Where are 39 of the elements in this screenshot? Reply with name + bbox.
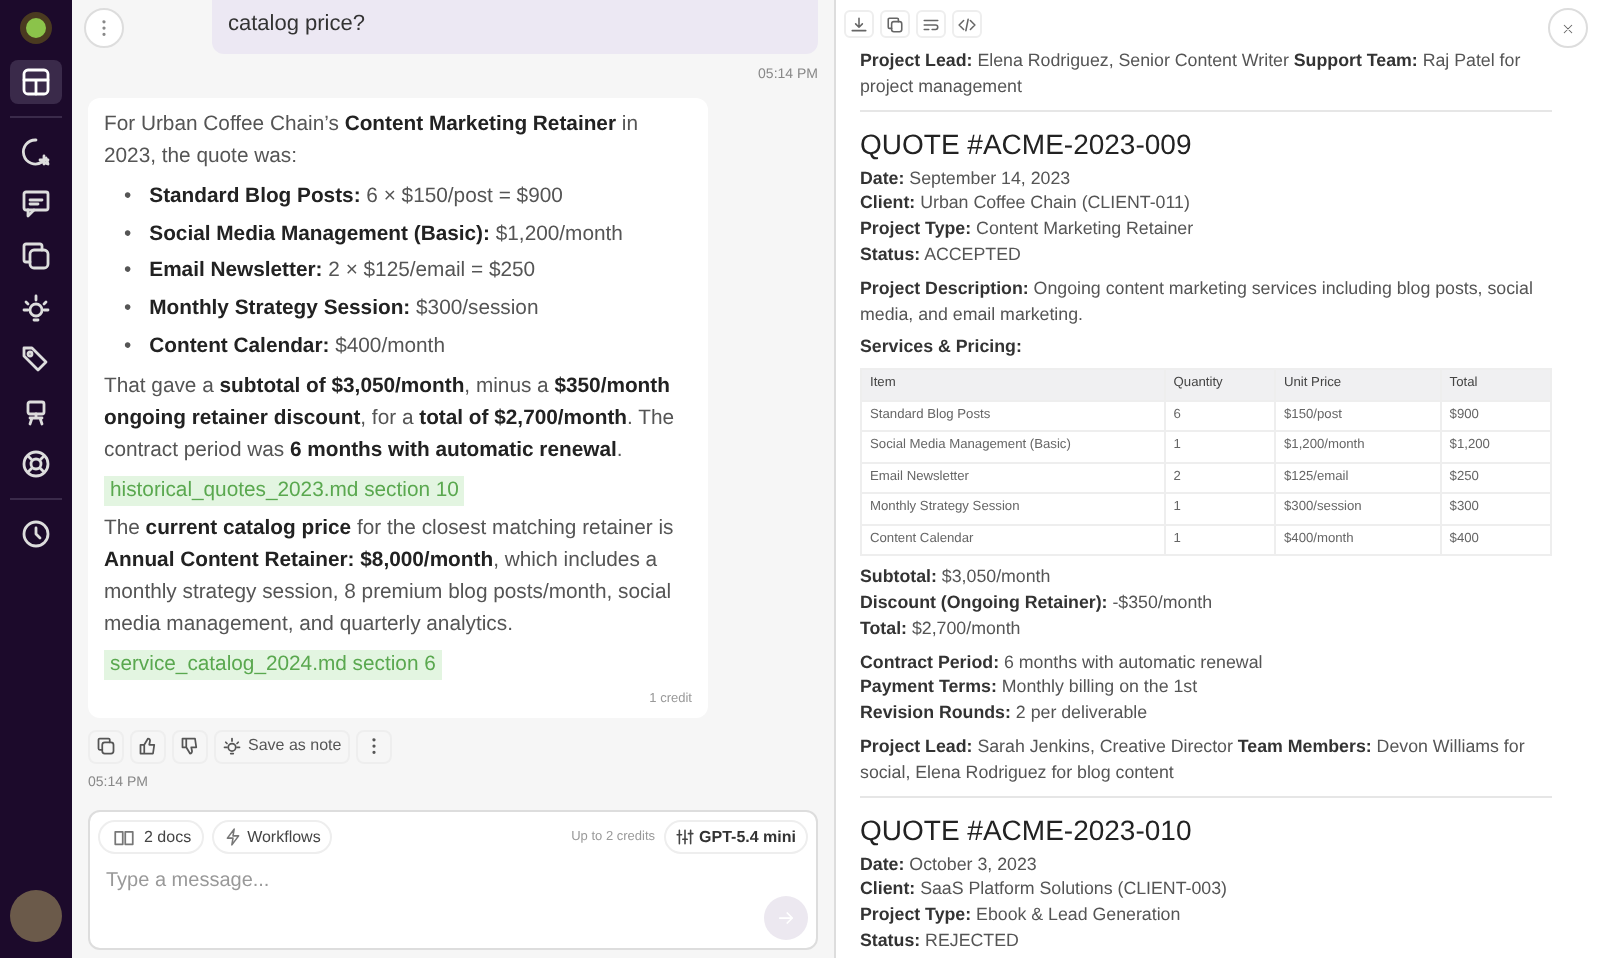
workflows-chip[interactable]: Workflows: [211, 820, 333, 855]
save-note-button[interactable]: Save as note: [214, 729, 350, 764]
list-item: Standard Blog Posts: 6 × $150/post = $900: [149, 184, 563, 212]
document-paragraph: Services & Pricing:: [860, 334, 1024, 361]
field-line: Status: ACCEPTED: [860, 241, 1023, 268]
bullet: •: [124, 258, 132, 287]
bullet: •: [124, 296, 132, 325]
model-selector[interactable]: GPT-5.4 mini: [663, 820, 808, 855]
field-line: Subtotal: $3,050/month: [860, 564, 1053, 590]
field-line: Total: $2,700/month: [860, 615, 1023, 642]
field-line: Project Type: Content Marketing Retainer: [860, 216, 1196, 242]
bullet: •: [124, 333, 132, 362]
list-item: Social Media Management (Basic): $1,200/month: [149, 221, 623, 250]
bullet: •: [124, 184, 132, 212]
field-line: Date: October 3, 2023: [860, 851, 1039, 877]
field-line: Client: Urban Coffee Chain (CLIENT-011): [860, 190, 1192, 217]
docs-chip[interactable]: 2 docs: [98, 820, 204, 855]
bullet: •: [124, 221, 132, 250]
document-paragraph: Project Description: Ongoing content marketing services including blog posts, social media, and email marketing.: [860, 275, 1535, 327]
message-text: The current catalog price for the closest matching retainer is Annual Content Retainer: $8,000/month, which includes a monthly strategy session, 8 premium blog posts/month, social media management, and quarterly analytics.: [104, 515, 676, 640]
field-line: Discount (Ongoing Retainer): -$350/month: [860, 589, 1215, 616]
field-line: Client: SaaS Platform Solutions (CLIENT-003): [860, 876, 1229, 903]
document-paragraph: Project Lead: Elena Rodriguez, Senior Content Writer Support Team: Raj Patel for project management: [860, 48, 1523, 100]
field-line: Status: REJECTED: [860, 927, 1021, 954]
message-text: For Urban Coffee Chain’s Content Marketing Retainer in 2023, the quote was:: [104, 112, 640, 172]
list-item: Content Calendar: $400/month: [149, 333, 445, 362]
field-line: Payment Terms: Monthly billing on the 1st: [860, 674, 1200, 701]
document-paragraph: Project Lead: Sarah Jenkins, Creative Director Team Members: Devon Williams for social, Elena Rodriguez for blog content: [860, 733, 1527, 786]
list-item: Monthly Strategy Session: $300/session: [149, 296, 539, 325]
message-input[interactable]: Type a message...: [98, 854, 698, 897]
field-line: Date: September 14, 2023: [860, 165, 1073, 191]
field-line: Project Type: Ebook & Lead Generation: [860, 902, 1183, 928]
user-message: catalog price?: [212, 0, 818, 53]
message-text: That gave a subtotal of $3,050/month, minus a $350/month ongoing retainer discount, for a total of $2,700/month. The contract period was 6 months with automatic renewal.: [104, 373, 677, 466]
quote-heading: QUOTE #ACME-2023-009: [860, 127, 1194, 162]
list-item: Email Newsletter: 2 × $125/email = $250: [149, 258, 536, 287]
field-line: Revision Rounds: 2 per deliverable: [860, 700, 1150, 726]
field-line: Contract Period: 6 months with automatic renewal: [860, 649, 1265, 675]
quote-heading: QUOTE #ACME-2023-010: [860, 813, 1194, 848]
